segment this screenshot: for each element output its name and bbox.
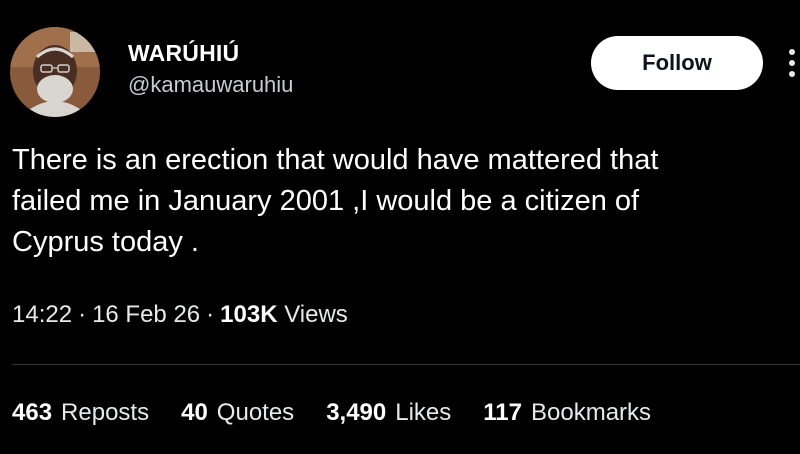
follow-button[interactable]: Follow xyxy=(591,36,763,90)
views-label: Views xyxy=(284,301,348,328)
profile-photo-icon xyxy=(10,27,100,117)
tweet-meta: 14:22 · 16 Feb 26 · 103K Views xyxy=(12,301,348,329)
bookmarks-label: Bookmarks xyxy=(531,399,652,426)
divider xyxy=(12,364,800,365)
tweet-text-line: There is an erection that would have mat… xyxy=(12,144,659,176)
reposts-stat[interactable]: 463 Reposts xyxy=(12,399,149,427)
bookmarks-stat[interactable]: 117 Bookmarks xyxy=(483,399,651,427)
author-display-name[interactable]: WARÚHIÚ xyxy=(128,40,239,67)
tweet-date[interactable]: 16 Feb 26 xyxy=(92,301,200,328)
reposts-count: 463 xyxy=(12,399,53,426)
tweet-time[interactable]: 14:22 xyxy=(12,301,72,328)
tweet-text-line: Cyprus today . xyxy=(12,226,199,258)
engagement-stats: 463 Reposts 40 Quotes 3,490 Likes 117 Bo… xyxy=(12,399,651,427)
tweet-text-line: failed me in January 2001 ,I would be a … xyxy=(12,185,640,217)
bookmarks-count: 117 xyxy=(483,399,522,426)
author-handle[interactable]: @kamauwaruhiu xyxy=(128,72,293,98)
likes-stat[interactable]: 3,490 Likes xyxy=(326,399,451,427)
avatar[interactable] xyxy=(10,27,100,117)
tweet-text: There is an erection that would have mat… xyxy=(12,140,782,263)
views-count: 103K xyxy=(220,301,278,328)
reposts-label: Reposts xyxy=(61,399,150,426)
meta-separator: · xyxy=(78,301,87,328)
more-vertical-icon[interactable] xyxy=(785,40,799,86)
meta-separator: · xyxy=(206,301,215,328)
likes-label: Likes xyxy=(395,399,452,426)
quotes-count: 40 xyxy=(181,399,208,426)
quotes-label: Quotes xyxy=(216,399,295,426)
quotes-stat[interactable]: 40 Quotes xyxy=(181,399,294,427)
likes-count: 3,490 xyxy=(326,399,387,426)
